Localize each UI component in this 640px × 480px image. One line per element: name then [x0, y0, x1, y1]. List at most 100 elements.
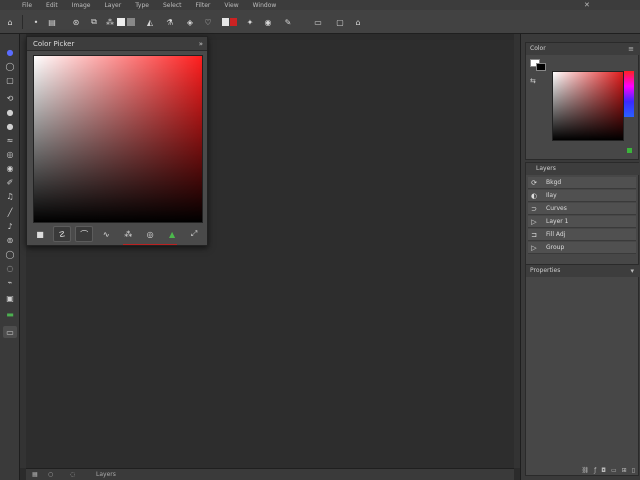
move-icon[interactable]: ●: [3, 46, 17, 58]
link-icon: ⊃: [531, 204, 537, 213]
menu-edit[interactable]: Edit: [46, 2, 58, 9]
color-panel-tab[interactable]: Color: [526, 43, 640, 55]
menu-type[interactable]: Type: [135, 2, 149, 9]
menu-view[interactable]: View: [224, 2, 238, 9]
dock-bottom-bar: ⛓ ƒ ◘ ▭ ⊞ ▯: [525, 464, 639, 476]
menu-window[interactable]: Window: [253, 2, 277, 9]
mask-icon[interactable]: ◘: [601, 467, 606, 474]
menu-layer[interactable]: Layer: [104, 2, 121, 9]
target-icon[interactable]: ◉: [262, 16, 274, 28]
type-icon[interactable]: ◌: [3, 262, 17, 274]
mini-color-field[interactable]: [552, 71, 624, 141]
zoom-icon[interactable]: ▭: [3, 326, 17, 338]
eye-icon[interactable]: ◐: [528, 192, 540, 200]
home-icon[interactable]: ⌂: [4, 16, 16, 28]
new-layer-icon[interactable]: ⊞: [622, 467, 627, 474]
eraser-icon[interactable]: ♫: [3, 190, 17, 202]
menu-file[interactable]: File: [22, 2, 32, 9]
picker-toolbar: ■ ☡ ⌒ ∿ ⁂ ◎ ▲ ⤢: [31, 225, 203, 243]
lasso-icon[interactable]: ▢: [3, 74, 17, 86]
gamut-indicator: [627, 148, 632, 153]
fg-bg-swatches[interactable]: [530, 59, 548, 71]
status-bar: ▦ ○ ◌ Layers: [26, 468, 514, 480]
brush-icon[interactable]: ◎: [3, 148, 17, 160]
path-select-icon[interactable]: ⌁: [3, 276, 17, 288]
square-icon[interactable]: ▢: [334, 16, 346, 28]
pin-icon[interactable]: ⁂: [119, 226, 137, 242]
wave-icon[interactable]: ∿: [97, 226, 115, 242]
hue-slider[interactable]: [624, 71, 634, 117]
layer-row[interactable]: ▷ Layer 1: [528, 216, 636, 228]
warning-icon[interactable]: ▲: [163, 226, 181, 242]
layer-row[interactable]: ▷ Group: [528, 242, 636, 254]
dodge-icon[interactable]: ⊚: [3, 234, 17, 246]
marquee-icon[interactable]: ◯: [3, 60, 17, 72]
layer-row[interactable]: ⊐ Fill Adj: [528, 229, 636, 241]
layer-row[interactable]: ⟳ Bkgd: [528, 177, 636, 189]
saturation-brightness-field[interactable]: [33, 55, 203, 223]
tool-preset-icon[interactable]: •: [30, 16, 42, 28]
swirl-icon[interactable]: ◎: [141, 226, 159, 242]
pressure-icon[interactable]: ⧉: [88, 16, 100, 28]
fill-swatch-icon[interactable]: [114, 16, 138, 28]
expand-icon[interactable]: ⤢: [185, 226, 203, 242]
info-icon[interactable]: ◌: [70, 471, 75, 478]
symmetry-icon[interactable]: ▭: [312, 16, 324, 28]
square-icon[interactable]: ■: [31, 226, 49, 242]
grid-icon[interactable]: ▦: [32, 471, 38, 478]
color-panel: Color ≡ ⇆: [525, 42, 640, 160]
properties-panel-tab[interactable]: Properties: [526, 265, 640, 277]
flow-icon[interactable]: ♡: [202, 16, 214, 28]
fx-icon: ⟳: [531, 178, 537, 187]
hue-indicator-line: [123, 244, 177, 245]
gradient-icon[interactable]: ╱: [3, 206, 17, 218]
mode-icon[interactable]: ⊛: [70, 16, 82, 28]
gradient-icon[interactable]: ◭: [144, 16, 156, 28]
background-swatch[interactable]: [536, 63, 546, 71]
healing-icon[interactable]: ≈: [3, 134, 17, 146]
layers-panel-tab[interactable]: Layers: [526, 163, 640, 175]
hand-icon[interactable]: ▬: [3, 308, 17, 320]
group-icon: ▷: [531, 243, 537, 252]
smoothing-icon[interactable]: [220, 16, 238, 28]
swap-colors-icon[interactable]: ⇆: [530, 77, 546, 87]
fx-icon[interactable]: ƒ: [594, 467, 596, 474]
menu-image[interactable]: Image: [72, 2, 91, 9]
layers-panel: Layers ⟳ Bkgd ◐ Ilay ⊃ Curves ▷ Layer 1 …: [525, 162, 640, 266]
new-group-icon[interactable]: ▭: [611, 467, 617, 474]
tools-panel: ● ◯ ▢ ⟲ ● ● ≈ ◎ ◉ ✐ ♫ ╱ ♪ ⊚ ◯ ◌ ⌁ ▣ ▬ ▭: [0, 34, 20, 480]
crop-icon[interactable]: ●: [3, 106, 17, 118]
opacity-icon[interactable]: ◈: [184, 16, 196, 28]
curve-icon[interactable]: ⌒: [75, 226, 94, 242]
layer-row[interactable]: ⊃ Curves: [528, 203, 636, 215]
blur-icon[interactable]: ♪: [3, 220, 17, 232]
options-bar: ⌂ • ▤ ⊛ ⧉ ⁂ ◭ ⚗ ◈ ♡ ✦ ◉ ✎ ▭ ▢ ⌂: [0, 10, 640, 34]
panel-menu-icon[interactable]: »: [199, 37, 203, 51]
close-icon[interactable]: ✕: [584, 1, 592, 9]
shape-icon[interactable]: ▣: [3, 292, 17, 304]
lock-icon[interactable]: ⌂: [352, 16, 364, 28]
menu-filter[interactable]: Filter: [196, 2, 211, 9]
layer-row[interactable]: ◐ Ilay: [528, 190, 636, 202]
circle-icon[interactable]: ○: [48, 471, 53, 478]
brush-icon[interactable]: ▤: [46, 16, 58, 28]
pen-icon[interactable]: ◯: [3, 248, 17, 260]
panel-menu-icon[interactable]: ≡: [628, 43, 634, 55]
clone-icon[interactable]: ◉: [3, 162, 17, 174]
history-brush-icon[interactable]: ✐: [3, 176, 17, 188]
eyedropper-icon[interactable]: ●: [3, 120, 17, 132]
blend-icon[interactable]: ⚗: [164, 16, 176, 28]
quick-select-icon[interactable]: ⟲: [3, 92, 17, 104]
color-picker-title: Color Picker: [27, 37, 207, 51]
menu-select[interactable]: Select: [163, 2, 182, 9]
adjust-icon: ⊐: [531, 230, 537, 239]
status-text: Layers: [96, 471, 116, 478]
link-layers-icon[interactable]: ⛓: [581, 467, 589, 474]
pen-icon[interactable]: ✎: [282, 16, 294, 28]
trash-icon[interactable]: ▯: [632, 467, 635, 474]
menu-bar: File Edit Image Layer Type Select Filter…: [0, 0, 640, 10]
eyedropper-icon[interactable]: ☡: [52, 226, 72, 242]
color-picker-panel: Color Picker » ■ ☡ ⌒ ∿ ⁂ ◎ ▲ ⤢: [26, 36, 208, 246]
panel-menu-icon[interactable]: ▾: [630, 265, 634, 277]
settings-icon[interactable]: ✦: [244, 16, 256, 28]
